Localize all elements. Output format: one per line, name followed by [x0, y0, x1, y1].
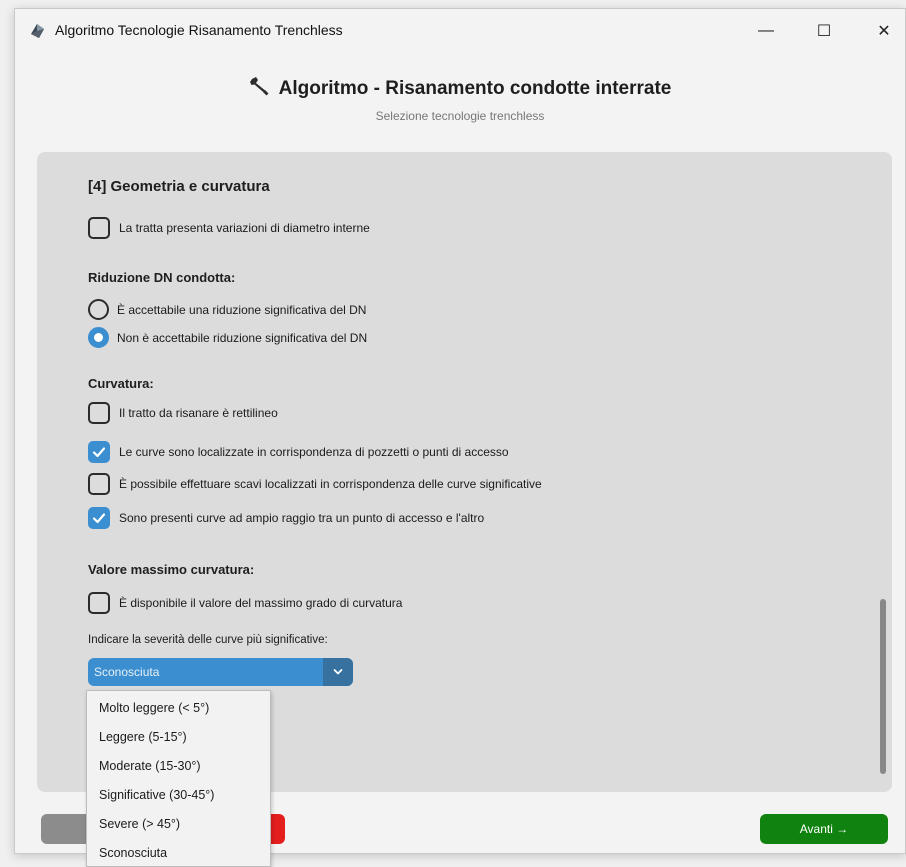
dn-reduction-radio-acceptable[interactable]: [88, 299, 109, 320]
dn-reduction-option-not-acceptable[interactable]: Non è accettabile riduzione significativ…: [88, 327, 367, 348]
severity-combobox[interactable]: Sconosciuta: [88, 658, 353, 686]
diameter-variation-label: La tratta presenta variazioni di diametr…: [119, 221, 370, 235]
curvature-label-straight: Il tratto da risanare è rettilineo: [119, 406, 278, 420]
severity-option-significant[interactable]: Significative (30-45°): [87, 780, 270, 809]
next-button[interactable]: Avanti →: [760, 814, 888, 844]
diameter-variation-checkbox-row[interactable]: La tratta presenta variazioni di diametr…: [88, 217, 370, 239]
curvature-checkbox-straight[interactable]: [88, 402, 110, 424]
app-logo-icon: [31, 24, 44, 38]
max-curvature-available-label: È disponibile il valore del massimo grad…: [119, 596, 403, 610]
curvature-checkbox-local-excavation[interactable]: [88, 473, 110, 495]
curvature-label-wide-radius: Sono presenti curve ad ampio raggio tra …: [119, 511, 485, 525]
page-title: Algoritmo - Risanamento condotte interra…: [278, 78, 672, 99]
curvature-title: Curvatura:: [88, 376, 154, 391]
section-title: [4] Geometria e curvatura: [88, 178, 270, 195]
curvature-label-local-excavation: È possibile effettuare scavi localizzati…: [119, 477, 542, 491]
severity-option-moderate[interactable]: Moderate (15-30°): [87, 751, 270, 780]
check-icon: [92, 513, 106, 524]
severity-option-unknown[interactable]: Sconosciuta: [87, 838, 270, 867]
page-subtitle: Selezione tecnologie trenchless: [375, 109, 545, 123]
title-bar[interactable]: Algoritmo Tecnologie Risanamento Trenchl…: [15, 9, 905, 53]
page-title-row: Algoritmo - Risanamento condotte interra…: [15, 75, 905, 100]
curvature-checkbox-curves-at-access[interactable]: [88, 441, 110, 463]
curvature-item-straight[interactable]: Il tratto da risanare è rettilineo: [88, 402, 278, 424]
dn-reduction-radio-not-acceptable[interactable]: [88, 327, 109, 348]
dn-reduction-label-acceptable: È accettabile una riduzione significativ…: [117, 302, 367, 317]
curvature-label-curves-at-access: Le curve sono localizzate in corrisponde…: [119, 445, 509, 459]
page-header: Algoritmo - Risanamento condotte interra…: [15, 53, 905, 153]
severity-dropdown-menu: Molto leggere (< 5°) Leggere (5-15°) Mod…: [86, 690, 271, 867]
window-title: Algoritmo Tecnologie Risanamento Trenchl…: [55, 22, 343, 38]
max-curvature-available-checkbox[interactable]: [88, 592, 110, 614]
max-curvature-title: Valore massimo curvatura:: [88, 562, 255, 577]
panel-scrollbar[interactable]: [880, 599, 886, 774]
severity-label: Indicare la severità delle curve più sig…: [88, 634, 328, 646]
severity-selected-value: Sconosciuta: [94, 665, 160, 679]
dn-reduction-option-acceptable[interactable]: È accettabile una riduzione significativ…: [88, 299, 366, 320]
maximize-button[interactable]: ☐: [801, 9, 847, 53]
check-icon: [92, 447, 106, 458]
severity-option-very-light[interactable]: Molto leggere (< 5°): [87, 693, 270, 722]
curvature-checkbox-wide-radius[interactable]: [88, 507, 110, 529]
wrench-icon: [249, 77, 269, 96]
curvature-item-local-excavation[interactable]: È possibile effettuare scavi localizzati…: [88, 473, 542, 495]
severity-option-severe[interactable]: Severe (> 45°): [87, 809, 270, 838]
diameter-variation-checkbox[interactable]: [88, 217, 110, 239]
curvature-item-curves-at-access[interactable]: Le curve sono localizzate in corrisponde…: [88, 441, 509, 463]
minimize-button[interactable]: —: [743, 9, 789, 53]
severity-dropdown-button[interactable]: [323, 658, 353, 686]
dn-reduction-title: Riduzione DN condotta:: [88, 270, 236, 285]
dn-reduction-label-not-acceptable: Non è accettabile riduzione significativ…: [117, 330, 368, 345]
max-curvature-available-row[interactable]: È disponibile il valore del massimo grad…: [88, 592, 402, 614]
chevron-down-icon: [333, 669, 343, 675]
close-button[interactable]: ✕: [861, 9, 905, 53]
curvature-item-wide-radius[interactable]: Sono presenti curve ad ampio raggio tra …: [88, 507, 484, 529]
severity-option-light[interactable]: Leggere (5-15°): [87, 722, 270, 751]
